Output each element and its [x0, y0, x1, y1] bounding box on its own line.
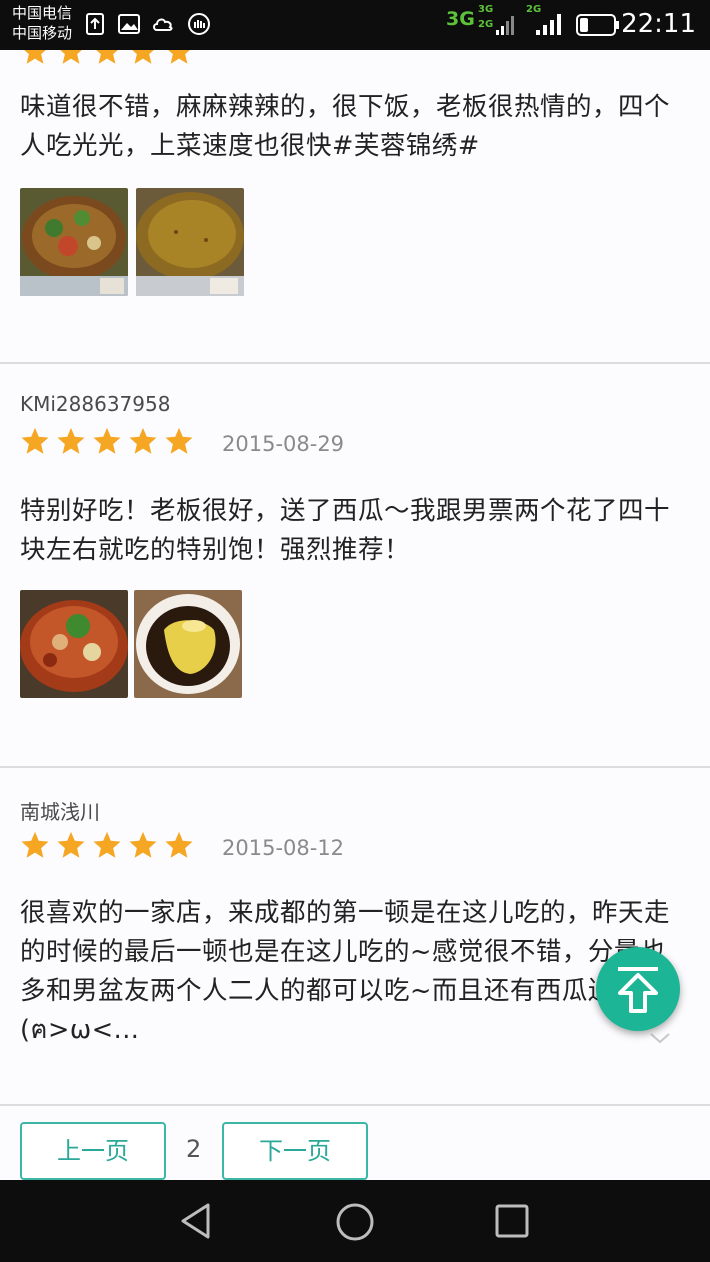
review-date: 2015-08-12: [222, 836, 345, 860]
review-photo[interactable]: [136, 188, 244, 296]
star-icon: [168, 50, 190, 64]
star-icon: [93, 831, 121, 858]
star-icon: [165, 427, 193, 454]
star-icon: [165, 831, 193, 858]
signal-icon: [496, 16, 514, 35]
prev-page-button[interactable]: 上一页: [20, 1122, 166, 1180]
image-icon: [118, 14, 140, 34]
reviewer-name[interactable]: KMi288637958: [20, 392, 170, 416]
food-photo-broth: [136, 188, 244, 296]
review-photo[interactable]: [20, 188, 128, 296]
hand-icon: [188, 13, 210, 35]
next-page-button[interactable]: 下一页: [222, 1122, 368, 1180]
rating-stars: [20, 426, 194, 456]
divider: [0, 1104, 710, 1106]
scroll-top-button[interactable]: [596, 947, 680, 1031]
battery-icon: [576, 14, 619, 36]
net-3g-label: 3G: [446, 8, 475, 30]
page-number: 2: [186, 1135, 202, 1163]
star-icon: [132, 50, 154, 64]
review-text: 特别好吃！老板很好，送了西瓜～我跟男票两个花了四十块左右就吃的特别饱！强烈推荐！: [20, 496, 671, 565]
star-icon: [96, 50, 118, 64]
home-icon[interactable]: [335, 1202, 375, 1242]
back-icon[interactable]: [178, 1202, 214, 1240]
signal-icon-2: [536, 14, 561, 35]
review-text: 很喜欢的一家店，来成都的第一顿是在这儿吃的，昨天走的时候的最后一顿也是在这儿吃的…: [20, 898, 671, 1045]
carrier-2: 中国移动: [12, 24, 73, 42]
status-bar: 中国电信 中国移动 3G 3G 2G 2G 22:11: [0, 0, 710, 50]
food-photo-pudding: [134, 590, 242, 698]
review-photo[interactable]: [134, 590, 242, 698]
rating-stars: [20, 830, 194, 860]
review-text: 味道很不错，麻麻辣辣的，很下饭，老板很热情的，四个人吃光光，上菜速度也很快#芙蓉…: [20, 92, 671, 161]
divider: [0, 766, 710, 768]
star-icon: [21, 427, 49, 454]
carrier-label: 中国电信 中国移动: [12, 3, 72, 43]
net-3g-small: 3G: [478, 4, 494, 15]
star-icon: [129, 831, 157, 858]
rating-stars: [20, 50, 194, 66]
review-photo[interactable]: [20, 590, 128, 698]
clock: 22:11: [621, 9, 696, 39]
carrier-1: 中国电信: [12, 4, 73, 22]
system-nav-bar: [0, 1180, 710, 1262]
star-icon: [57, 427, 85, 454]
star-icon: [24, 50, 46, 64]
net-2g-small: 2G: [478, 19, 494, 30]
upload-icon: [86, 13, 104, 35]
star-icon: [57, 831, 85, 858]
star-icon: [60, 50, 82, 64]
recents-icon[interactable]: [494, 1203, 530, 1239]
star-icon: [93, 427, 121, 454]
reviewer-name[interactable]: 南城浅川: [20, 796, 100, 825]
food-photo-hotpot: [20, 188, 128, 296]
review-date: 2015-08-29: [222, 432, 345, 456]
cloud-icon: [153, 18, 173, 31]
scroll-top-icon: [618, 967, 658, 1013]
food-photo-hotpot: [20, 590, 128, 698]
expand-chevron-icon[interactable]: [648, 1030, 672, 1046]
divider: [0, 362, 710, 364]
star-icon: [129, 427, 157, 454]
star-icon: [21, 831, 49, 858]
